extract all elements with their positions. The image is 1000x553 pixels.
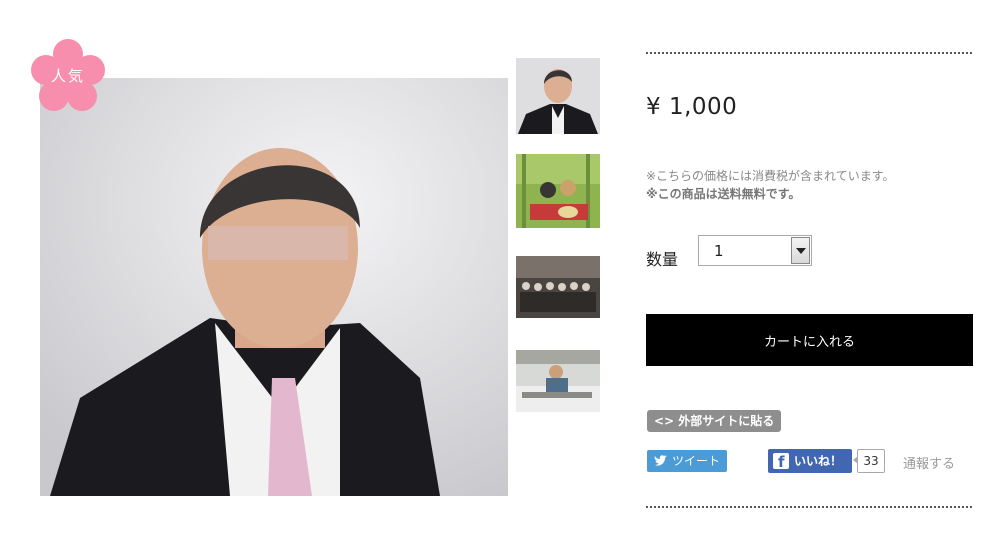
- like-count: 33: [857, 449, 885, 473]
- embed-external-site-button[interactable]: <> 外部サイトに貼る: [647, 410, 782, 432]
- shipping-note: ※この商品は送料無料です。: [646, 187, 801, 201]
- twitter-bird-icon: [654, 455, 667, 466]
- quantity-value: 1: [714, 242, 724, 260]
- facebook-like-button[interactable]: f いいね！: [768, 449, 852, 473]
- tweet-label: ツイート: [672, 454, 721, 468]
- thumbnail-2[interactable]: [516, 154, 600, 228]
- add-to-cart-button[interactable]: カートに入れる: [646, 314, 973, 366]
- tax-note: ※こちらの価格には消費税が含まれています。: [646, 169, 895, 183]
- thumbnail-4[interactable]: [516, 350, 600, 412]
- product-price: ¥ 1,000: [646, 94, 738, 120]
- divider: [646, 52, 972, 54]
- like-label: いいね！: [794, 454, 843, 468]
- facebook-icon: f: [773, 453, 789, 471]
- quantity-select[interactable]: 1: [698, 235, 812, 266]
- divider: [646, 506, 972, 508]
- dropdown-arrow[interactable]: [791, 237, 810, 264]
- quantity-label: 数量: [646, 250, 679, 269]
- chevron-down-icon: [796, 248, 806, 254]
- purchase-panel: ¥ 1,000 ※こちらの価格には消費税が含まれています。 ※この商品は送料無料…: [646, 0, 974, 553]
- report-link[interactable]: 通報する: [903, 453, 955, 472]
- tweet-button[interactable]: ツイート: [647, 450, 727, 472]
- main-product-image: [40, 78, 508, 496]
- thumbnail-3[interactable]: [516, 256, 600, 318]
- thumbnail-1[interactable]: [516, 58, 600, 134]
- popular-badge: 人気: [30, 38, 106, 114]
- badge-label: 人気: [50, 67, 85, 85]
